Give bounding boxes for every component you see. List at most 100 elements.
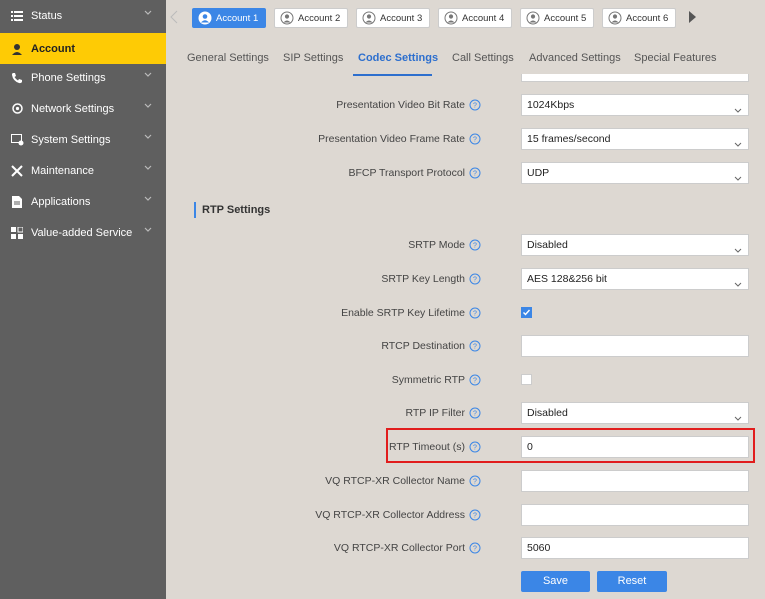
list-icon	[10, 9, 24, 23]
help-icon[interactable]: ?	[469, 133, 481, 145]
vq-collector-port-row: VQ RTCP-XR Collector Port ? 5060	[176, 537, 765, 561]
tools-icon	[10, 164, 24, 178]
system-settings-icon	[10, 133, 24, 147]
svg-text:?: ?	[473, 311, 477, 318]
help-icon[interactable]: ?	[469, 273, 481, 285]
account-2-button[interactable]: Account 2	[274, 8, 348, 28]
tab-sip-settings[interactable]: SIP Settings	[283, 52, 343, 64]
sidebar-item-value-added-service[interactable]: Value-added Service	[0, 217, 166, 248]
rtp-ip-filter-row: RTP IP Filter ? Disabled	[176, 402, 765, 426]
bfcp-protocol-select[interactable]: UDP	[521, 162, 749, 184]
sidebar-item-label: Network Settings	[31, 102, 115, 115]
chevron-down-icon	[144, 10, 154, 20]
srtp-key-lifetime-row: Enable SRTP Key Lifetime ?	[176, 302, 765, 326]
help-icon[interactable]: ?	[469, 167, 481, 179]
sidebar-item-label: System Settings	[31, 133, 111, 146]
srtp-key-length-select[interactable]: AES 128&256 bit	[521, 268, 749, 290]
account-user-icon	[608, 11, 622, 25]
settings-tabs: General Settings SIP Settings Codec Sett…	[166, 36, 765, 78]
rtp-timeout-highlight-box	[386, 428, 755, 463]
help-icon[interactable]: ?	[469, 542, 481, 554]
account-label: Account 4	[462, 12, 505, 24]
help-icon[interactable]: ?	[469, 99, 481, 111]
help-icon[interactable]: ?	[469, 374, 481, 386]
vq-collector-name-input[interactable]	[521, 470, 749, 492]
tab-advanced-settings[interactable]: Advanced Settings	[529, 52, 621, 64]
sidebar-item-status[interactable]: Status	[0, 0, 166, 31]
sidebar: Status Account Phone Settings Network Se…	[0, 0, 166, 599]
help-icon[interactable]: ?	[469, 340, 481, 352]
vq-collector-port-input[interactable]: 5060	[521, 537, 749, 559]
svg-text:?: ?	[473, 546, 477, 553]
sidebar-item-account[interactable]: Account	[0, 33, 166, 64]
tab-codec-settings[interactable]: Codec Settings	[358, 52, 438, 64]
presentation-framerate-row: Presentation Video Frame Rate ? 15 frame…	[176, 128, 765, 152]
sidebar-item-phone-settings[interactable]: Phone Settings	[0, 62, 166, 93]
field-label: Presentation Video Bit Rate	[336, 99, 465, 111]
help-icon[interactable]: ?	[469, 307, 481, 319]
rtcp-destination-input[interactable]	[521, 335, 749, 357]
account-4-button[interactable]: Account 4	[438, 8, 512, 28]
tab-general-settings[interactable]: General Settings	[187, 52, 269, 64]
select-value: 1024Kbps	[527, 99, 575, 111]
account-3-button[interactable]: Account 3	[356, 8, 430, 28]
bfcp-protocol-row: BFCP Transport Protocol ? UDP	[176, 162, 765, 186]
field-label: RTCP Destination	[381, 340, 465, 352]
help-icon[interactable]: ?	[469, 407, 481, 419]
field-label: Symmetric RTP	[391, 374, 465, 386]
chevron-left-icon[interactable]	[170, 10, 178, 27]
presentation-framerate-select[interactable]: 15 frames/second	[521, 128, 749, 150]
tab-special-features[interactable]: Special Features	[634, 52, 717, 64]
chevron-down-icon	[734, 169, 742, 189]
grid-icon	[10, 226, 24, 240]
srtp-mode-select[interactable]: Disabled	[521, 234, 749, 256]
sidebar-item-applications[interactable]: Applications	[0, 186, 166, 217]
reset-button[interactable]: Reset	[597, 571, 667, 592]
active-tab-indicator	[353, 74, 432, 76]
document-icon	[10, 195, 24, 209]
vq-collector-name-row: VQ RTCP-XR Collector Name ?	[176, 470, 765, 494]
user-icon	[10, 42, 24, 56]
sidebar-item-maintenance[interactable]: Maintenance	[0, 155, 166, 186]
svg-text:?: ?	[473, 479, 477, 486]
previous-field-stub	[521, 74, 749, 82]
vq-collector-address-input[interactable]	[521, 504, 749, 526]
account-1-button[interactable]: Account 1	[192, 8, 266, 28]
svg-text:?: ?	[473, 344, 477, 351]
account-label: Account 3	[380, 12, 423, 24]
sidebar-item-network-settings[interactable]: Network Settings	[0, 93, 166, 124]
chevron-right-icon[interactable]	[688, 10, 697, 27]
select-value: UDP	[527, 167, 550, 179]
field-label: Presentation Video Frame Rate	[318, 133, 465, 145]
sidebar-item-label: Maintenance	[31, 164, 94, 177]
symmetric-rtp-checkbox[interactable]	[521, 374, 532, 385]
sidebar-item-label: Value-added Service	[31, 226, 133, 239]
presentation-bitrate-select[interactable]: 1024Kbps	[521, 94, 749, 116]
account-5-button[interactable]: Account 5	[520, 8, 594, 28]
field-label: Enable SRTP Key Lifetime	[341, 307, 465, 319]
account-label: Account 2	[298, 12, 341, 24]
account-user-icon	[362, 11, 376, 25]
sidebar-item-label: Phone Settings	[31, 71, 106, 84]
help-icon[interactable]: ?	[469, 239, 481, 251]
chevron-down-icon	[144, 134, 154, 144]
sidebar-item-system-settings[interactable]: System Settings	[0, 124, 166, 155]
chevron-down-icon	[734, 135, 742, 155]
account-user-icon	[444, 11, 458, 25]
srtp-key-length-row: SRTP Key Length ? AES 128&256 bit	[176, 268, 765, 292]
help-icon[interactable]: ?	[469, 509, 481, 521]
network-gear-icon	[10, 102, 24, 116]
rtp-ip-filter-select[interactable]: Disabled	[521, 402, 749, 424]
svg-text:?: ?	[473, 103, 477, 110]
tab-call-settings[interactable]: Call Settings	[452, 52, 514, 64]
srtp-key-lifetime-checkbox[interactable]	[521, 307, 532, 318]
account-6-button[interactable]: Account 6	[602, 8, 676, 28]
rtp-settings-heading: RTP Settings	[194, 202, 270, 218]
sidebar-item-label: Status	[31, 9, 63, 22]
save-button[interactable]: Save	[521, 571, 590, 592]
help-icon[interactable]: ?	[469, 475, 481, 487]
field-label: VQ RTCP-XR Collector Name	[325, 475, 465, 487]
symmetric-rtp-row: Symmetric RTP ?	[176, 369, 765, 393]
chevron-down-icon	[734, 101, 742, 121]
account-label: Account 6	[626, 12, 669, 24]
